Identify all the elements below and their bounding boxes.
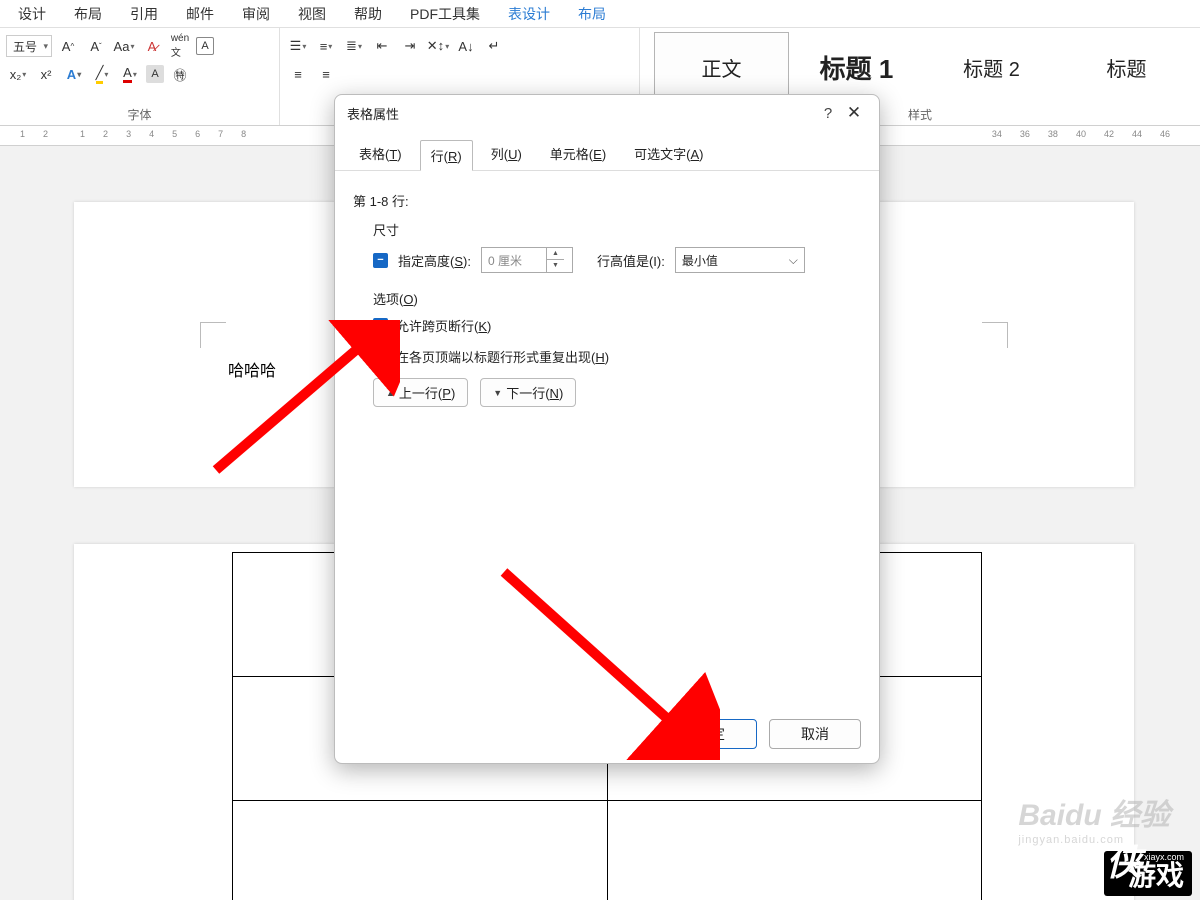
decrease-indent-icon[interactable]: ⇤ <box>370 34 394 58</box>
ok-button[interactable]: 确定 <box>665 719 757 749</box>
highlight-icon[interactable]: ╱▾ <box>90 62 114 86</box>
increase-font-icon[interactable]: A^ <box>56 34 80 58</box>
bullets-icon[interactable]: ☰▾ <box>286 34 310 58</box>
decrease-font-icon[interactable]: Aˇ <box>84 34 108 58</box>
enclose-char-icon[interactable]: ㊕ <box>168 62 192 86</box>
row-height-mode-select[interactable]: 最小值 <box>675 247 805 273</box>
text-effects-icon[interactable]: A▾ <box>62 62 86 86</box>
menu-bar: 设计 布局 引用 邮件 审阅 视图 帮助 PDF工具集 表设计 布局 <box>0 0 1200 28</box>
table-properties-dialog: 表格属性 ? ✕ 表格(T) 行(R) 列(U) 单元格(E) 可选文字(A) … <box>334 94 880 764</box>
specify-height-label: 指定高度(S): <box>398 251 471 270</box>
allow-break-checkbox[interactable] <box>373 318 388 333</box>
triangle-down-icon: ▼ <box>493 388 502 398</box>
options-label: 选项(O) <box>373 289 861 308</box>
align-center-icon[interactable]: ≡ <box>314 62 338 86</box>
allow-break-label: 允许跨页断行(K) <box>396 316 491 335</box>
prev-row-button[interactable]: ▲上一行(P) <box>373 378 468 407</box>
specify-height-checkbox[interactable] <box>373 253 388 268</box>
spinner-up-icon[interactable]: ▲ <box>547 248 564 260</box>
next-row-button[interactable]: ▼下一行(N) <box>480 378 576 407</box>
size-label: 尺寸 <box>373 220 861 239</box>
document-text[interactable]: 哈哈哈 <box>228 357 276 381</box>
numbering-icon[interactable]: ≡▾ <box>314 34 338 58</box>
repeat-header-label: 在各页顶端以标题行形式重复出现(H) <box>396 347 609 366</box>
subscript-icon[interactable]: x₂▾ <box>6 62 30 86</box>
row-height-is-label: 行高值是(I): <box>597 251 665 270</box>
show-marks-icon[interactable]: ↵ <box>482 34 506 58</box>
table-row[interactable] <box>233 801 982 900</box>
phonetic-guide-icon[interactable]: wén文 <box>168 34 192 58</box>
font-size-selector[interactable]: 五号 <box>6 35 52 57</box>
clear-format-icon[interactable]: A̷ <box>140 34 164 58</box>
align-left-icon[interactable]: ≡ <box>286 62 310 86</box>
menu-table-design[interactable]: 表设计 <box>494 4 564 24</box>
cancel-button[interactable]: 取消 <box>769 719 861 749</box>
tab-cell[interactable]: 单元格(E) <box>540 139 616 170</box>
help-icon[interactable]: ? <box>815 105 841 122</box>
dialog-title: 表格属性 <box>347 104 815 123</box>
menu-review[interactable]: 审阅 <box>228 4 284 24</box>
watermark-game: xiayx.com 游戏 <box>1104 851 1192 896</box>
style-heading1[interactable]: 标题 1 <box>789 32 924 102</box>
menu-design[interactable]: 设计 <box>4 4 60 24</box>
triangle-up-icon: ▲ <box>386 388 395 398</box>
tab-table[interactable]: 表格(T) <box>349 139 412 170</box>
change-case-icon[interactable]: Aa▾ <box>112 34 136 58</box>
menu-help[interactable]: 帮助 <box>340 4 396 24</box>
repeat-header-checkbox[interactable] <box>373 349 388 364</box>
style-normal[interactable]: 正文 <box>654 32 789 102</box>
menu-mailings[interactable]: 邮件 <box>172 4 228 24</box>
rows-range-label: 第 1-8 行: <box>353 191 861 210</box>
dialog-tabs: 表格(T) 行(R) 列(U) 单元格(E) 可选文字(A) <box>335 131 879 171</box>
tab-alt-text[interactable]: 可选文字(A) <box>624 139 713 170</box>
character-border-icon[interactable]: A <box>196 37 214 55</box>
menu-pdf-tools[interactable]: PDF工具集 <box>396 4 494 24</box>
close-icon[interactable]: ✕ <box>841 103 867 123</box>
menu-references[interactable]: 引用 <box>116 4 172 24</box>
multilevel-list-icon[interactable]: ≣▾ <box>342 34 366 58</box>
style-heading2[interactable]: 标题 2 <box>924 32 1059 102</box>
style-gallery: 正文 标题 1 标题 2 标题 <box>646 32 1194 102</box>
font-color-icon[interactable]: A▾ <box>118 62 142 86</box>
superscript-icon[interactable]: x² <box>34 62 58 86</box>
style-title[interactable]: 标题 <box>1059 32 1194 102</box>
sort-icon[interactable]: A↓ <box>454 34 478 58</box>
tab-row[interactable]: 行(R) <box>420 140 473 171</box>
increase-indent-icon[interactable]: ⇥ <box>398 34 422 58</box>
text-direction-icon[interactable]: ✕↕▾ <box>426 34 450 58</box>
menu-view[interactable]: 视图 <box>284 4 340 24</box>
character-shading-icon[interactable]: A <box>146 65 164 83</box>
menu-table-layout[interactable]: 布局 <box>564 4 620 24</box>
menu-layout[interactable]: 布局 <box>60 4 116 24</box>
height-input[interactable]: ▲▼ <box>481 247 573 273</box>
spinner-down-icon[interactable]: ▼ <box>547 260 564 272</box>
tab-column[interactable]: 列(U) <box>481 139 532 170</box>
group-label-font: 字体 <box>0 106 279 123</box>
